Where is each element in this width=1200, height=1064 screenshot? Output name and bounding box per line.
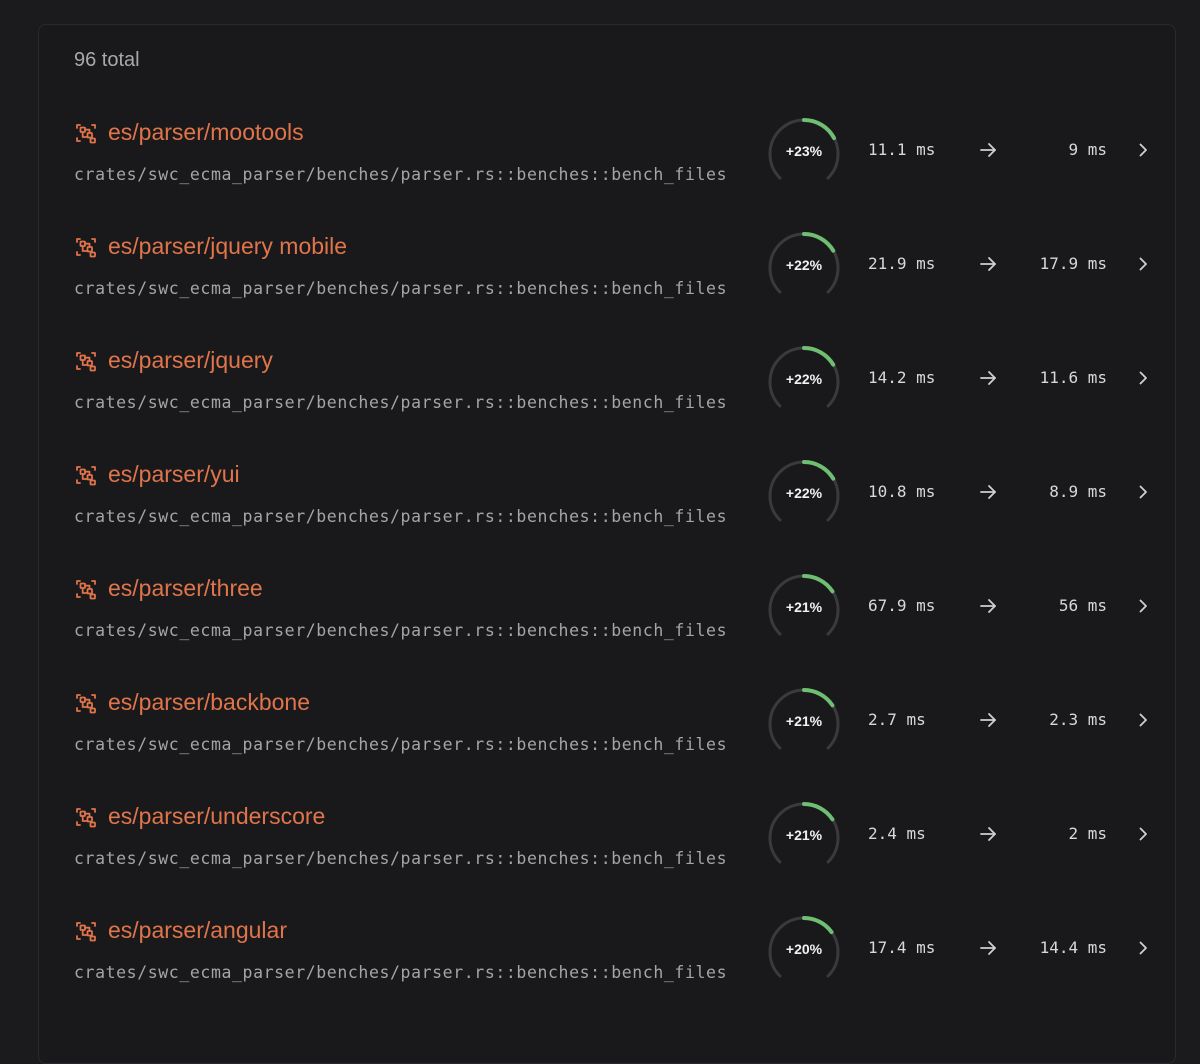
gauge-fill: [802, 574, 835, 594]
benchmark-icon: [74, 235, 98, 259]
chevron-right-icon[interactable]: [1134, 369, 1152, 387]
arrow-right-icon: [978, 254, 998, 274]
time-after: 8.9 ms: [1049, 482, 1107, 501]
change-gauge: +22%: [765, 457, 843, 535]
change-percent: +22%: [785, 371, 823, 387]
total-count: 96 total: [74, 49, 140, 71]
change-gauge: +21%: [765, 685, 843, 763]
change-gauge: +20%: [765, 913, 843, 991]
benchmark-path: crates/swc_ecma_parser/benches/parser.rs…: [74, 279, 728, 298]
change-gauge: +21%: [765, 571, 843, 649]
arrow-right-icon: [978, 938, 998, 958]
time-before: 10.8 ms: [868, 482, 936, 501]
change-percent: +21%: [785, 599, 823, 615]
benchmark-path: crates/swc_ecma_parser/benches/parser.rs…: [74, 963, 728, 982]
gauge-fill: [802, 460, 836, 481]
benchmark-icon: [74, 349, 98, 373]
benchmark-row[interactable]: es/parser/jquery mobile crates/swc_ecma_…: [39, 219, 1175, 333]
gauge-fill: [802, 232, 836, 253]
benchmark-icon: [74, 463, 98, 487]
chevron-right-icon[interactable]: [1134, 141, 1152, 159]
time-after: 17.9 ms: [1039, 254, 1107, 273]
time-before: 21.9 ms: [868, 254, 936, 273]
benchmark-icon: [74, 121, 98, 145]
time-after: 11.6 ms: [1039, 368, 1107, 387]
time-before: 17.4 ms: [868, 938, 936, 957]
change-percent: +21%: [785, 827, 823, 843]
time-before: 11.1 ms: [868, 140, 936, 159]
benchmark-path: crates/swc_ecma_parser/benches/parser.rs…: [74, 165, 728, 184]
benchmark-row[interactable]: es/parser/underscore crates/swc_ecma_par…: [39, 789, 1175, 903]
arrow-right-icon: [978, 368, 998, 388]
benchmark-icon: [74, 691, 98, 715]
gauge-fill: [802, 346, 836, 367]
gauge-fill: [802, 118, 837, 141]
change-gauge: +22%: [765, 229, 843, 307]
chevron-right-icon[interactable]: [1134, 711, 1152, 729]
benchmark-row[interactable]: es/parser/three crates/swc_ecma_parser/b…: [39, 561, 1175, 675]
benchmark-name[interactable]: es/parser/yui: [108, 461, 240, 488]
benchmark-name[interactable]: es/parser/angular: [108, 917, 287, 944]
arrow-right-icon: [978, 482, 998, 502]
benchmark-row[interactable]: es/parser/jquery crates/swc_ecma_parser/…: [39, 333, 1175, 447]
arrow-right-icon: [978, 596, 998, 616]
change-percent: +21%: [785, 713, 823, 729]
time-after: 56 ms: [1058, 596, 1107, 615]
benchmark-row[interactable]: es/parser/mootools crates/swc_ecma_parse…: [39, 105, 1175, 219]
benchmark-path: crates/swc_ecma_parser/benches/parser.rs…: [74, 735, 728, 754]
time-after: 9 ms: [1068, 140, 1107, 159]
change-gauge: +21%: [765, 799, 843, 877]
time-before: 2.7 ms: [868, 710, 926, 729]
change-percent: +22%: [785, 485, 823, 501]
benchmark-name[interactable]: es/parser/jquery mobile: [108, 233, 347, 260]
benchmark-path: crates/swc_ecma_parser/benches/parser.rs…: [74, 849, 728, 868]
change-percent: +23%: [785, 143, 823, 159]
benchmark-name[interactable]: es/parser/jquery: [108, 347, 273, 374]
arrow-right-icon: [978, 710, 998, 730]
time-before: 67.9 ms: [868, 596, 936, 615]
benchmark-path: crates/swc_ecma_parser/benches/parser.rs…: [74, 393, 728, 412]
benchmark-icon: [74, 577, 98, 601]
benchmark-name[interactable]: es/parser/backbone: [108, 689, 310, 716]
chevron-right-icon[interactable]: [1134, 939, 1152, 957]
benchmark-path: crates/swc_ecma_parser/benches/parser.rs…: [74, 507, 728, 526]
time-after: 2.3 ms: [1049, 710, 1107, 729]
change-percent: +20%: [785, 941, 823, 957]
benchmark-path: crates/swc_ecma_parser/benches/parser.rs…: [74, 621, 728, 640]
arrow-right-icon: [978, 824, 998, 844]
chevron-right-icon[interactable]: [1134, 825, 1152, 843]
benchmark-row[interactable]: es/parser/yui crates/swc_ecma_parser/ben…: [39, 447, 1175, 561]
gauge-fill: [802, 802, 835, 822]
change-gauge: +22%: [765, 343, 843, 421]
benchmark-name[interactable]: es/parser/three: [108, 575, 263, 602]
benchmark-name[interactable]: es/parser/mootools: [108, 119, 304, 146]
benchmark-row[interactable]: es/parser/backbone crates/swc_ecma_parse…: [39, 675, 1175, 789]
benchmark-icon: [74, 805, 98, 829]
chevron-right-icon[interactable]: [1134, 597, 1152, 615]
change-gauge: +23%: [765, 115, 843, 193]
chevron-right-icon[interactable]: [1134, 255, 1152, 273]
arrow-right-icon: [978, 140, 998, 160]
time-after: 14.4 ms: [1039, 938, 1107, 957]
benchmark-icon: [74, 919, 98, 943]
gauge-fill: [802, 688, 835, 708]
benchmark-name[interactable]: es/parser/underscore: [108, 803, 325, 830]
time-before: 14.2 ms: [868, 368, 936, 387]
chevron-right-icon[interactable]: [1134, 483, 1152, 501]
gauge-fill: [802, 916, 834, 935]
change-percent: +22%: [785, 257, 823, 273]
benchmark-panel: 96 total es/parser/mootools crates/swc_e…: [38, 24, 1176, 1064]
benchmark-row[interactable]: es/parser/angular crates/swc_ecma_parser…: [39, 903, 1175, 1017]
time-before: 2.4 ms: [868, 824, 926, 843]
time-after: 2 ms: [1068, 824, 1107, 843]
